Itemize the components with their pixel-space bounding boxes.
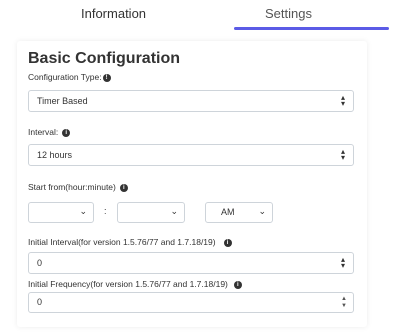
interval-value: 12 hours (37, 150, 73, 160)
interval-label: Interval: (28, 127, 59, 137)
tab-information[interactable]: Information (81, 6, 146, 21)
initial-frequency-input[interactable]: 0 ▲ ▼ (28, 292, 354, 313)
active-tab-indicator (234, 27, 389, 30)
section-title: Basic Configuration (28, 50, 181, 67)
info-icon[interactable]: ! (102, 73, 111, 82)
tab-settings[interactable]: Settings (265, 6, 312, 21)
configuration-type-select[interactable]: Timer Based ▴ ▾ (28, 90, 354, 112)
configuration-type-label: Configuration Type: (28, 72, 102, 82)
select-arrows-icon: ▴ ▾ (340, 147, 345, 162)
initial-frequency-value: 0 (37, 297, 43, 307)
info-icon[interactable]: i (233, 280, 242, 289)
hour-select[interactable]: ⌄ (28, 202, 94, 223)
tab-bar: Information Settings (0, 0, 395, 34)
chevron-down-icon: ⌄ (79, 206, 87, 216)
info-icon[interactable]: i (62, 128, 71, 137)
select-arrows-icon: ▴ ▾ (340, 93, 345, 108)
start-from-label: Start from(hour:minute) (28, 182, 116, 192)
initial-frequency-label-row: Initial Frequency(for version 1.5.76/77 … (28, 279, 242, 289)
initial-interval-label-row: Initial Interval(for version 1.5.76/77 a… (28, 237, 232, 247)
start-from-label-row: Start from(hour:minute) i (28, 182, 128, 192)
ampm-value: AM (221, 207, 235, 217)
initial-interval-value: 0 (37, 258, 43, 268)
time-separator: : (104, 206, 107, 216)
configuration-type-value: Timer Based (37, 96, 88, 106)
info-icon[interactable]: i (119, 183, 128, 192)
interval-select[interactable]: 12 hours ▴ ▾ (28, 144, 354, 166)
info-icon[interactable]: i (223, 238, 232, 247)
number-spinner-icon[interactable]: ▲ ▼ (341, 296, 347, 310)
minute-select[interactable]: ⌄ (117, 202, 185, 223)
initial-interval-label: Initial Interval(for version 1.5.76/77 a… (28, 237, 216, 247)
interval-label-row: Interval: i (28, 127, 71, 137)
select-arrows-icon: ▴ ▾ (340, 255, 345, 270)
ampm-select[interactable]: AM ⌄ (205, 202, 273, 223)
chevron-down-icon: ⌄ (258, 206, 266, 216)
chevron-down-icon: ⌄ (170, 206, 178, 216)
initial-interval-select[interactable]: 0 ▴ ▾ (28, 252, 354, 274)
initial-frequency-label: Initial Frequency(for version 1.5.76/77 … (28, 279, 228, 289)
configuration-type-label-row: Configuration Type:! (28, 72, 111, 82)
